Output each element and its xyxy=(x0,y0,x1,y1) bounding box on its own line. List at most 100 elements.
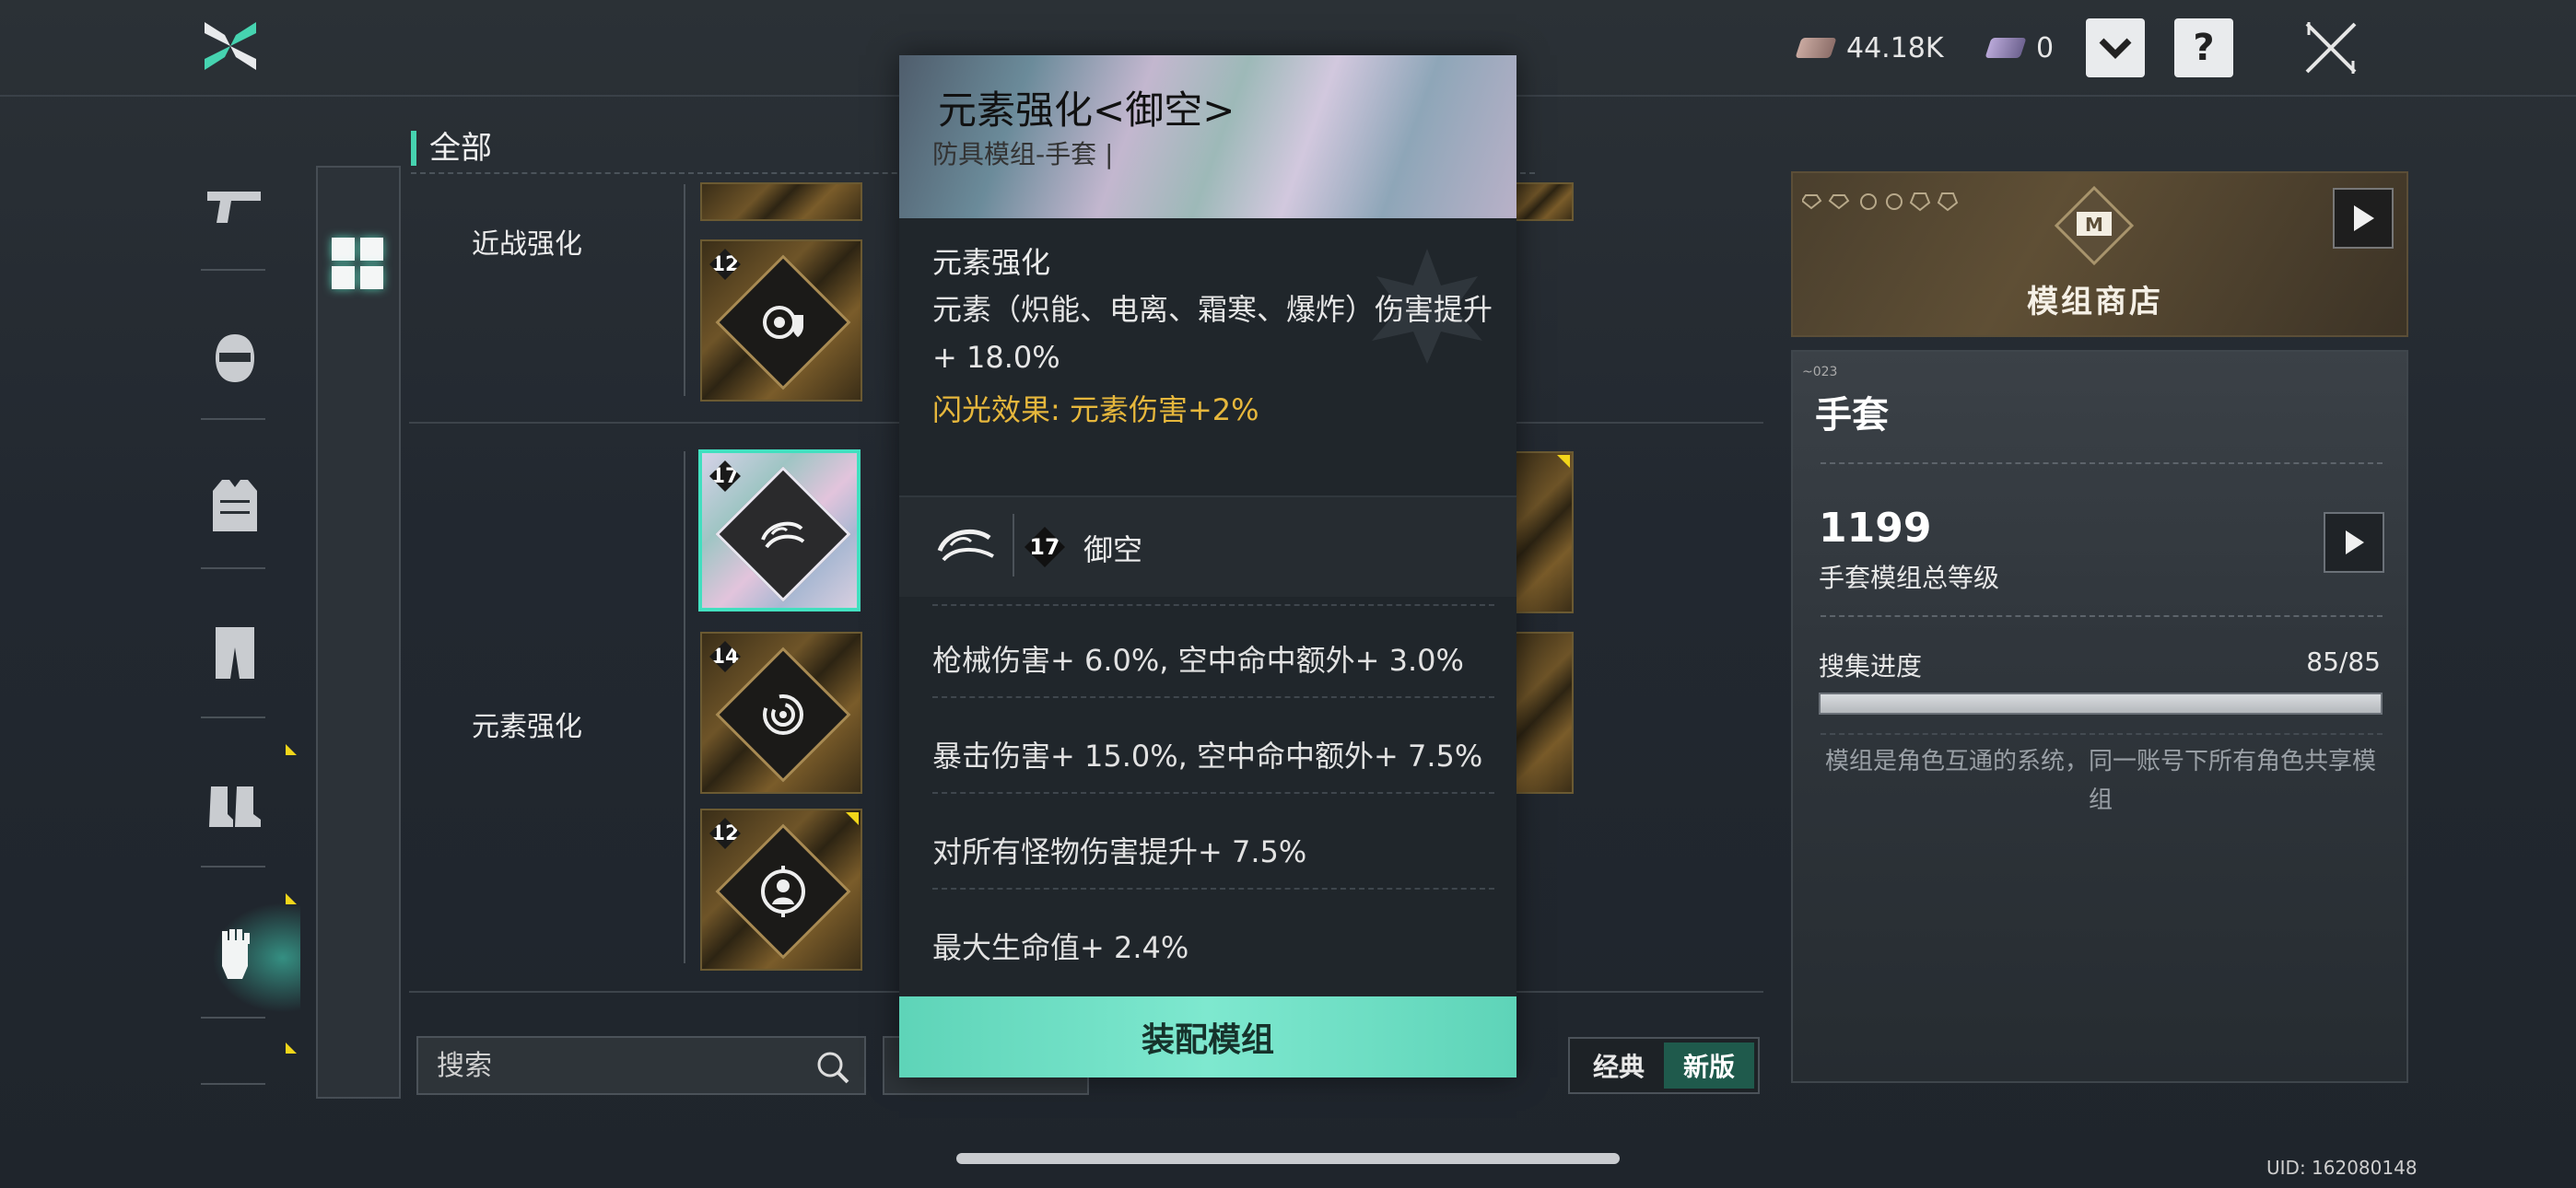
nav-gloves[interactable] xyxy=(201,921,269,989)
dropdown-button[interactable] xyxy=(2086,18,2145,77)
module-card[interactable] xyxy=(1511,182,1574,221)
version-toggle[interactable]: 经典 新版 xyxy=(1568,1037,1760,1094)
nav-helmet[interactable] xyxy=(201,324,269,392)
module-detail-popup: 元素强化<御空> 防具模组-手套 | 元素强化 元素（炽能、电离、霜寒、爆炸）伤… xyxy=(899,55,1516,1077)
uid-label: UID: 162080148 xyxy=(2266,1157,2418,1179)
stat-divider xyxy=(932,604,1494,606)
currency-premium-value: 0 xyxy=(2036,31,2055,64)
effect-line: + 18.0% xyxy=(932,340,1060,375)
help-button[interactable]: ? xyxy=(2174,18,2233,77)
horizontal-scrollbar[interactable] xyxy=(956,1153,1620,1164)
equip-module-button[interactable]: 装配模组 xyxy=(899,996,1516,1077)
section-label-element: 元素强化 xyxy=(472,711,582,743)
game-logo-icon xyxy=(205,22,256,70)
set-name: 御空 xyxy=(1083,532,1143,567)
total-level-detail-button[interactable] xyxy=(2324,512,2384,573)
module-card-selected[interactable]: 17 xyxy=(698,449,861,611)
target-person-icon xyxy=(761,866,805,917)
stat-line: 枪械伤害+ 6.0%, 空中命中额外+ 3.0% xyxy=(932,643,1464,678)
category-strip xyxy=(316,166,401,1099)
pants-icon xyxy=(216,627,254,679)
category-all-label: 全部 xyxy=(411,131,492,166)
toggle-new[interactable]: 新版 xyxy=(1664,1042,1754,1089)
pistol-icon xyxy=(207,192,261,223)
nav-new-marker xyxy=(286,893,297,904)
module-level: 14 xyxy=(709,641,741,672)
effect-description: 元素（炽能、电离、霜寒、爆炸）伤害提升 + 18.0% xyxy=(932,285,1494,381)
module-card[interactable] xyxy=(1511,632,1574,794)
search-input[interactable] xyxy=(437,1049,805,1082)
grid-icon[interactable] xyxy=(332,238,383,289)
play-arrow-icon xyxy=(2354,205,2374,231)
module-level: 12 xyxy=(709,818,741,849)
info-divider xyxy=(1821,733,2383,735)
nav-armor[interactable] xyxy=(201,472,269,540)
nav-separator xyxy=(201,418,265,420)
vortex-icon xyxy=(763,694,803,735)
section-divider-vertical xyxy=(684,184,685,396)
search-icon[interactable] xyxy=(814,1049,851,1086)
nav-separator xyxy=(201,716,265,718)
nav-weapon[interactable] xyxy=(201,171,269,239)
effect-line: 元素（炽能、电离、霜寒、爆炸）伤害提升 xyxy=(932,292,1493,327)
search-box[interactable] xyxy=(416,1036,866,1095)
nav-separator xyxy=(201,1083,265,1085)
stat-line: 最大生命值+ 2.4% xyxy=(932,930,1189,965)
close-icon[interactable] xyxy=(2301,18,2360,77)
total-level-value: 1199 xyxy=(1819,505,1932,552)
module-note: 模组是角色互通的系统，同一账号下所有角色共享模组 xyxy=(1824,748,2376,814)
svg-text:M: M xyxy=(2085,214,2103,236)
nav-boots[interactable] xyxy=(201,772,269,840)
wind-swirl-icon xyxy=(937,529,994,562)
module-card[interactable]: 14 xyxy=(700,632,862,794)
popup-title: 元素强化<御空> xyxy=(938,87,1235,133)
module-level: 17 xyxy=(709,460,741,492)
chevron-down-icon xyxy=(2099,38,2132,59)
collection-progress-value: 85/85 xyxy=(2306,646,2381,677)
armor-vest-icon xyxy=(213,480,257,531)
section-divider-vertical xyxy=(684,451,685,963)
nav-separator xyxy=(201,1017,265,1019)
stat-divider xyxy=(932,888,1494,890)
nav-pants[interactable] xyxy=(201,619,269,687)
stat-line: 暴击伤害+ 15.0%, 空中命中额外+ 7.5% xyxy=(932,739,1483,774)
module-card[interactable] xyxy=(1511,451,1574,613)
shop-open-button[interactable] xyxy=(2333,188,2394,249)
nav-new-marker xyxy=(286,1042,297,1054)
effect-heading: 元素强化 xyxy=(932,245,1051,280)
wind-swirl-icon xyxy=(761,521,805,549)
credits-ticket-icon xyxy=(1795,38,1837,58)
collection-progress-fill xyxy=(1821,694,2381,713)
gloves-info-card xyxy=(1791,350,2408,1083)
total-level-label: 手套模组总等级 xyxy=(1819,563,2000,593)
currency-credits-value: 44.18K xyxy=(1846,31,1944,64)
currency-credits: 44.18K xyxy=(1795,28,1944,68)
card-tag: ~023 xyxy=(1802,365,1838,379)
collection-progress-label: 搜集进度 xyxy=(1819,651,1923,681)
module-card[interactable]: 12 xyxy=(700,239,862,402)
nav-separator xyxy=(201,866,265,868)
module-level: 12 xyxy=(709,249,741,280)
gloves-title: 手套 xyxy=(1815,394,1889,437)
flash-effect: 闪光效果: 元素伤害+2% xyxy=(932,392,1259,427)
info-divider xyxy=(1821,462,2383,464)
module-card[interactable] xyxy=(700,182,862,221)
nav-separator xyxy=(201,567,265,569)
popup-subtitle: 防具模组-手套 | xyxy=(932,139,1114,169)
vortex-shield-icon xyxy=(763,306,803,339)
section-label-melee: 近战强化 xyxy=(472,228,582,261)
boots-icon xyxy=(209,786,261,827)
currency-premium: 0 xyxy=(1985,28,2055,68)
toggle-classic[interactable]: 经典 xyxy=(1574,1042,1664,1089)
help-label: ? xyxy=(2193,27,2215,69)
premium-ticket-icon xyxy=(1985,38,2027,58)
stat-line: 对所有怪物伤害提升+ 7.5% xyxy=(932,834,1307,869)
play-arrow-icon xyxy=(2346,530,2364,554)
shop-logo-icon: M xyxy=(2054,185,2135,266)
module-card[interactable]: 12 xyxy=(700,809,862,971)
rank-badges-icon xyxy=(1802,192,1959,212)
set-separator xyxy=(1013,514,1014,577)
helmet-icon xyxy=(216,334,254,382)
stat-divider xyxy=(932,792,1494,794)
shop-title: 模组商店 xyxy=(2027,284,2163,320)
